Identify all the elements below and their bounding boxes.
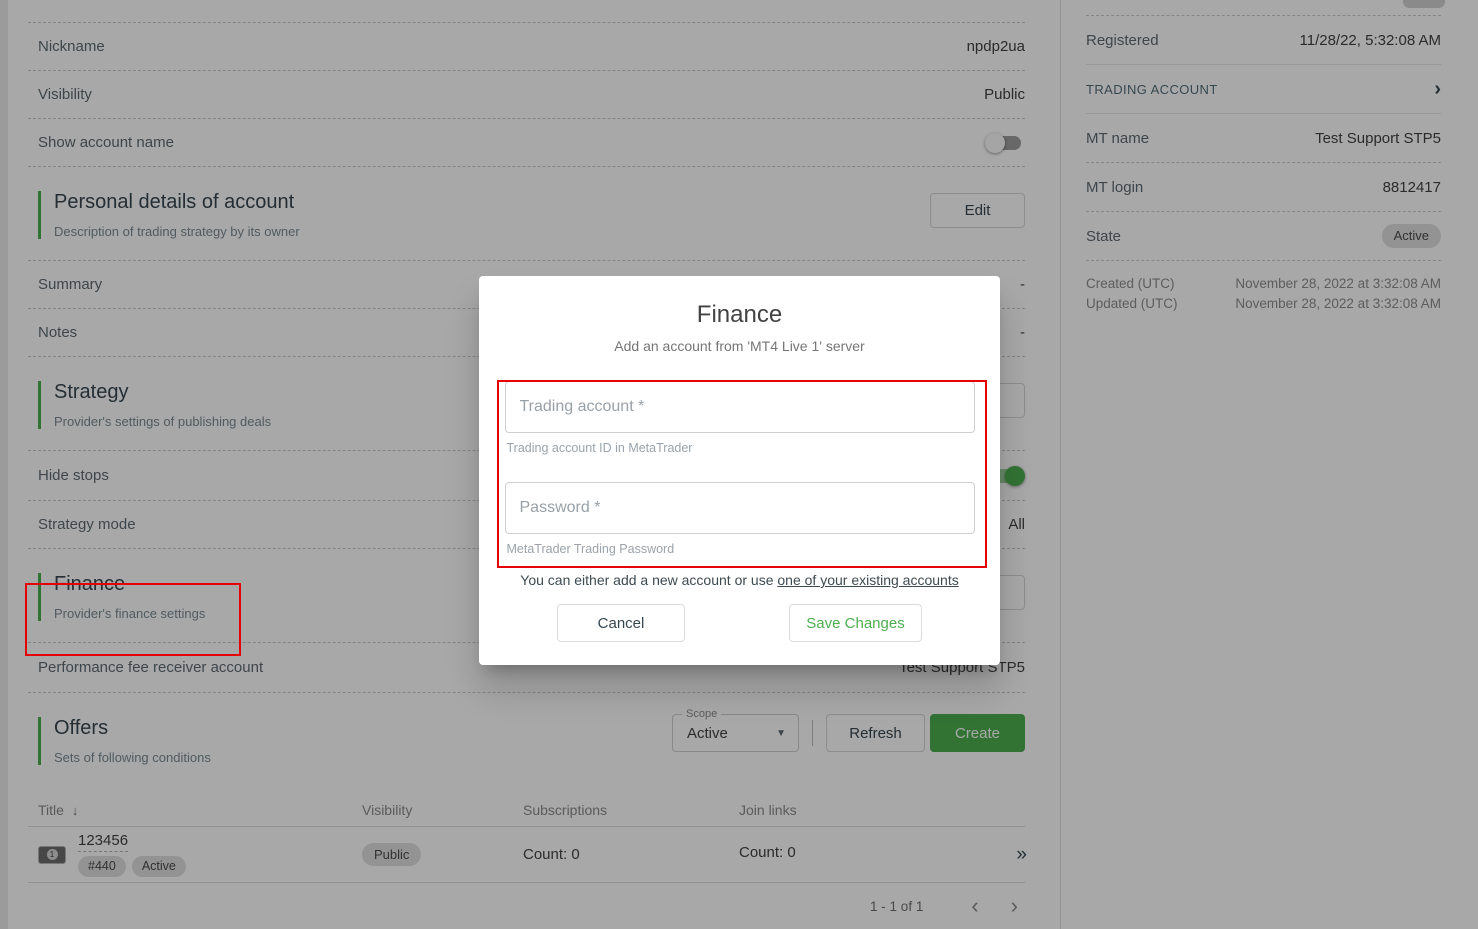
save-changes-button[interactable]: Save Changes <box>789 604 922 642</box>
dialog-buttons: Cancel Save Changes <box>479 604 1000 642</box>
footnote-text: You can either add a new account or use <box>520 572 777 588</box>
trading-account-input[interactable] <box>505 381 975 433</box>
trading-account-helper: Trading account ID in MetaTrader <box>505 441 975 456</box>
finance-dialog: Finance Add an account from 'MT4 Live 1'… <box>479 276 1000 665</box>
dialog-subtitle: Add an account from 'MT4 Live 1' server <box>479 338 1000 355</box>
password-helper: MetaTrader Trading Password <box>505 542 975 557</box>
existing-accounts-link[interactable]: one of your existing accounts <box>777 572 958 588</box>
dialog-title: Finance <box>479 300 1000 330</box>
cancel-button[interactable]: Cancel <box>557 604 685 642</box>
dialog-footnote: You can either add a new account or use … <box>479 572 1000 589</box>
password-input[interactable] <box>505 482 975 534</box>
